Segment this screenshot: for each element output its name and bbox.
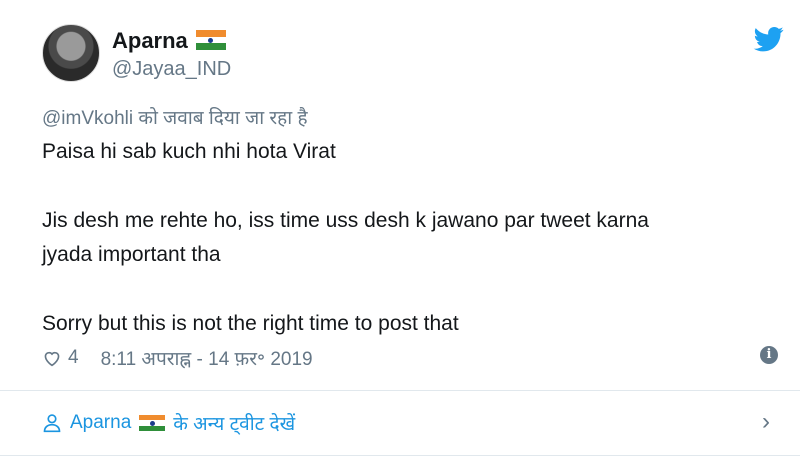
avatar[interactable] [42,24,100,82]
india-flag-icon [139,414,166,432]
tweet-text-line: Paisa hi sab kuch nhi hota Virat [42,140,336,163]
twitter-bird-icon[interactable] [752,24,786,54]
reply-to-text[interactable]: @imVkohli को जवाब दिया जा रहा है [42,104,308,130]
india-flag-icon [195,30,226,50]
tweet-card: Aparna @Jayaa_IND @imVkohli को जवाब दिया… [0,0,800,471]
info-icon[interactable]: i [760,346,778,364]
tweet-text-line: jyada important tha [42,243,221,266]
user-icon [43,414,61,433]
more-tweets-link[interactable]: Aparna के अन्य ट्वीट देखें [42,410,295,436]
display-name-text[interactable]: Aparna [112,28,188,53]
like-count: 4 [68,347,79,368]
more-tweets-label[interactable]: के अन्य ट्वीट देखें [173,410,295,436]
divider [0,390,800,391]
divider [0,455,800,456]
tweet-text-line: Jis desh me rehte ho, iss time uss desh … [42,209,649,232]
heart-icon[interactable] [42,349,62,367]
display-name[interactable]: Aparna [112,28,226,54]
user-handle[interactable]: @Jayaa_IND [112,58,231,81]
timestamp[interactable]: 8:11 अपराह्न - 14 फ़र॰ 2019 [101,345,313,371]
footer-user-name[interactable]: Aparna [70,412,131,434]
tweet-text-line: Sorry but this is not the right time to … [42,312,459,335]
tweet-meta: 4 8:11 अपराह्न - 14 फ़र॰ 2019 [42,345,313,371]
chevron-right-icon[interactable]: › [762,408,770,436]
